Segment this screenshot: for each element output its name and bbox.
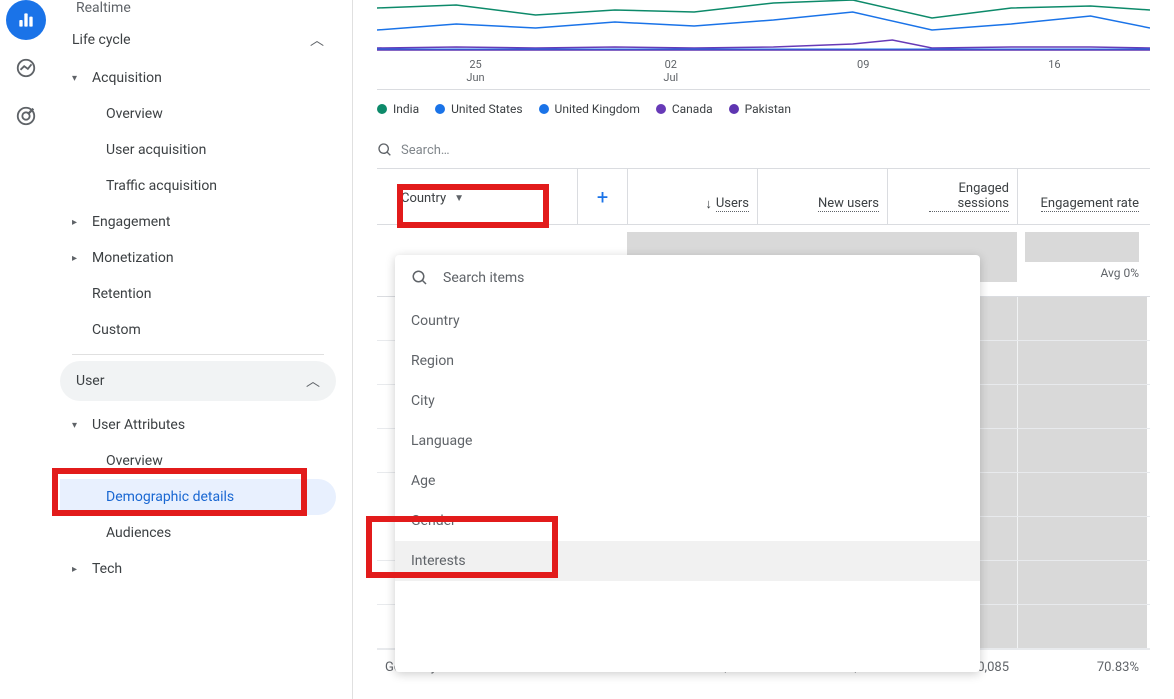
- column-header-engagement-rate[interactable]: Engagement rate: [1017, 169, 1147, 224]
- sidebar: Realtime Life cycle ︿ ▾ Acquisition Over…: [52, 0, 352, 699]
- sidebar-item-ua-overview[interactable]: Overview: [60, 443, 336, 479]
- dropdown-item-age[interactable]: Age: [395, 461, 980, 501]
- legend-item[interactable]: United Kingdom: [539, 102, 640, 116]
- dimension-header-cell: Country ▼: [377, 169, 577, 224]
- sort-arrow-down-icon: ↓: [705, 196, 712, 212]
- dimension-dropdown[interactable]: Country ▼: [383, 185, 482, 212]
- caret-right-icon: ▸: [72, 564, 92, 575]
- acquisition-label: Acquisition: [92, 70, 162, 86]
- avg-engagement-rate: Avg 0%: [1017, 224, 1147, 288]
- sidebar-item-acq-overview[interactable]: Overview: [60, 96, 336, 132]
- redacted-cell: [1017, 473, 1147, 516]
- dropdown-item-language[interactable]: Language: [395, 421, 980, 461]
- sidebar-item-monetization[interactable]: ▸ Monetization: [60, 240, 336, 276]
- icon-rail: [0, 0, 52, 699]
- user-section-label: User: [76, 373, 104, 389]
- chart-legend: India United States United Kingdom Canad…: [353, 90, 1174, 132]
- column-header-new-users[interactable]: New users: [757, 169, 887, 224]
- sidebar-item-traffic-acquisition[interactable]: Traffic acquisition: [60, 168, 336, 204]
- tech-label: Tech: [92, 561, 122, 577]
- advertising-icon[interactable]: [6, 96, 46, 136]
- dropdown-item-gender[interactable]: Gender: [395, 501, 980, 541]
- caret-down-icon: ▼: [454, 193, 464, 204]
- legend-item[interactable]: Pakistan: [729, 102, 791, 116]
- caret-down-icon: ▾: [72, 73, 92, 84]
- add-dimension-button[interactable]: +: [577, 169, 627, 224]
- dropdown-item-region[interactable]: Region: [395, 341, 980, 381]
- redacted-cell: [1017, 429, 1147, 472]
- sidebar-item-user-acquisition[interactable]: User acquisition: [60, 132, 336, 168]
- sidebar-item-custom[interactable]: Custom: [60, 312, 336, 348]
- table-search[interactable]: Search…: [353, 132, 1174, 168]
- column-header-users[interactable]: ↓ Users: [627, 169, 757, 224]
- sidebar-item-acquisition[interactable]: ▾ Acquisition: [60, 60, 336, 96]
- line-chart: [377, 0, 1150, 55]
- dropdown-item-city[interactable]: City: [395, 381, 980, 421]
- dropdown-search-placeholder: Search items: [443, 270, 524, 286]
- redacted-cell: [1017, 297, 1147, 340]
- dropdown-search[interactable]: Search items: [395, 255, 980, 301]
- dimension-dropdown-menu: Search items Country Region City Languag…: [395, 255, 980, 672]
- search-placeholder: Search…: [401, 143, 450, 158]
- sidebar-item-tech[interactable]: ▸ Tech: [60, 551, 336, 587]
- explore-icon[interactable]: [6, 48, 46, 88]
- dimension-label: Country: [401, 191, 446, 206]
- legend-item[interactable]: India: [377, 102, 419, 116]
- chart-area: 25Jun 02Jul 09 16: [377, 0, 1150, 90]
- legend-item[interactable]: United States: [435, 102, 522, 116]
- legend-dot: [729, 104, 739, 114]
- xaxis-tick: 25Jun: [466, 58, 484, 84]
- chevron-up-icon: ︿: [306, 371, 320, 391]
- caret-right-icon: ▸: [72, 253, 92, 264]
- dropdown-item-interests[interactable]: Interests: [395, 541, 980, 581]
- rate-cell: 70.83%: [1017, 660, 1147, 675]
- caret-down-icon: ▾: [72, 420, 92, 431]
- sidebar-section-user[interactable]: User ︿: [60, 361, 336, 401]
- legend-item[interactable]: Canada: [656, 102, 713, 116]
- sidebar-item-retention[interactable]: Retention: [60, 276, 336, 312]
- sidebar-item-user-attributes[interactable]: ▾ User Attributes: [60, 407, 336, 443]
- caret-right-icon: ▸: [72, 217, 92, 228]
- reports-icon[interactable]: [6, 0, 46, 40]
- search-icon: [411, 269, 429, 287]
- column-header-engaged-sessions[interactable]: Engaged sessions: [887, 169, 1017, 224]
- monetization-label: Monetization: [92, 250, 174, 266]
- sidebar-section-lifecycle[interactable]: Life cycle ︿: [60, 20, 336, 60]
- engagement-label: Engagement: [92, 214, 170, 230]
- legend-dot: [377, 104, 387, 114]
- redacted-cell: [1017, 341, 1147, 384]
- xaxis-tick: 02Jul: [663, 58, 678, 84]
- sidebar-item-demographic-details[interactable]: Demographic details: [60, 479, 336, 515]
- redacted-cell: [1017, 561, 1147, 604]
- legend-dot: [539, 104, 549, 114]
- legend-dot: [435, 104, 445, 114]
- redacted-cell: [1017, 517, 1147, 560]
- xaxis-tick: 09: [857, 58, 869, 84]
- table-header: Country ▼ + ↓ Users New users Engaged se…: [377, 168, 1150, 225]
- user-attributes-label: User Attributes: [92, 417, 185, 433]
- lifecycle-label: Life cycle: [72, 32, 131, 48]
- redacted-cell: [1017, 605, 1147, 648]
- chevron-up-icon: ︿: [310, 30, 324, 50]
- xaxis-tick: 16: [1048, 58, 1060, 84]
- search-icon: [377, 142, 393, 158]
- divider: [72, 354, 324, 355]
- redacted-cell: [1017, 385, 1147, 428]
- sidebar-item-engagement[interactable]: ▸ Engagement: [60, 204, 336, 240]
- dropdown-item-country[interactable]: Country: [395, 301, 980, 341]
- sidebar-item-realtime[interactable]: Realtime: [60, 0, 336, 20]
- sidebar-item-audiences[interactable]: Audiences: [60, 515, 336, 551]
- legend-dot: [656, 104, 666, 114]
